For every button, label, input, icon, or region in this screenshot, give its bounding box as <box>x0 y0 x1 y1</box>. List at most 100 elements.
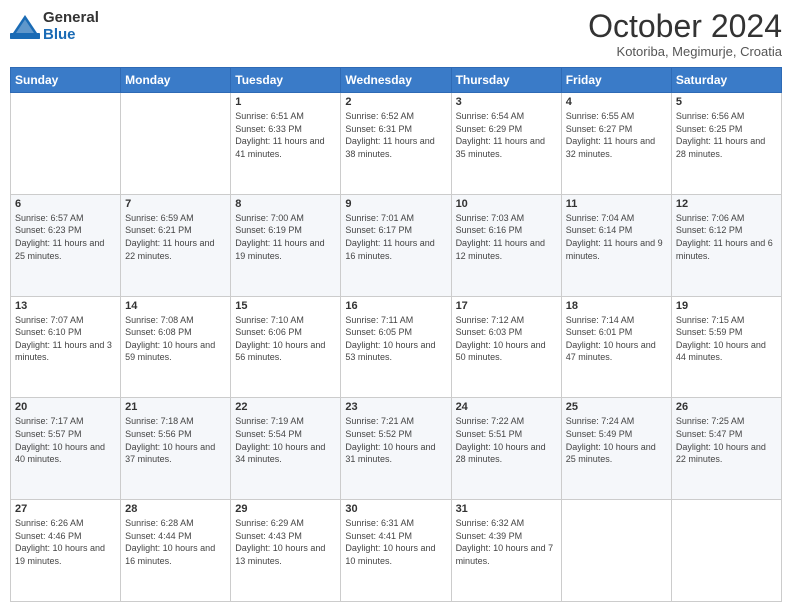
day-number: 27 <box>15 503 116 515</box>
day-number: 14 <box>125 300 226 312</box>
calendar-cell: 1 Sunrise: 6:51 AMSunset: 6:33 PMDaylight… <box>231 93 341 195</box>
calendar-cell: 2 Sunrise: 6:52 AMSunset: 6:31 PMDaylight… <box>341 93 451 195</box>
day-number: 29 <box>235 503 336 515</box>
calendar-week-row: 13Sunrise: 7:07 AMSunset: 6:10 PMDayligh… <box>11 296 782 398</box>
calendar-cell <box>561 500 671 602</box>
calendar-cell: 13Sunrise: 7:07 AMSunset: 6:10 PMDayligh… <box>11 296 121 398</box>
calendar-cell: 16 Sunrise: 7:11 AMSunset: 6:05 PMDayligh… <box>341 296 451 398</box>
calendar-cell: 21 Sunrise: 7:18 AMSunset: 5:56 PMDayligh… <box>121 398 231 500</box>
day-number: 4 <box>566 96 667 108</box>
calendar-week-row: 27Sunrise: 6:26 AMSunset: 4:46 PMDayligh… <box>11 500 782 602</box>
logo: General Blue <box>10 10 99 43</box>
calendar-cell: 15 Sunrise: 7:10 AMSunset: 6:06 PMDayligh… <box>231 296 341 398</box>
day-number: 16 <box>345 300 446 312</box>
day-number: 24 <box>456 401 557 413</box>
day-of-week-header: Sunday <box>11 68 121 93</box>
day-number: 3 <box>456 96 557 108</box>
day-info: Sunrise: 6:56 AMSunset: 6:25 PMDaylight:… <box>676 110 777 160</box>
calendar-cell: 14 Sunrise: 7:08 AMSunset: 6:08 PMDayligh… <box>121 296 231 398</box>
calendar-cell: 17 Sunrise: 7:12 AMSunset: 6:03 PMDayligh… <box>451 296 561 398</box>
calendar-cell: 20 Sunrise: 7:17 AMSunset: 5:57 PMDayligh… <box>11 398 121 500</box>
day-info: Sunrise: 6:59 AMSunset: 6:21 PMDaylight:… <box>125 212 226 262</box>
day-number: 9 <box>345 198 446 210</box>
calendar-cell: 9 Sunrise: 7:01 AMSunset: 6:17 PMDaylight… <box>341 194 451 296</box>
day-info: Sunrise: 6:54 AMSunset: 6:29 PMDaylight:… <box>456 110 557 160</box>
day-number: 26 <box>676 401 777 413</box>
day-info: Sunrise: 7:17 AMSunset: 5:57 PMDaylight:… <box>15 415 116 465</box>
day-info: Sunrise: 7:12 AMSunset: 6:03 PMDaylight:… <box>456 314 557 364</box>
page: General Blue October 2024 Kotoriba, Megi… <box>0 0 792 612</box>
day-number: 21 <box>125 401 226 413</box>
calendar-cell: 26 Sunrise: 7:25 AMSunset: 5:47 PMDayligh… <box>671 398 781 500</box>
day-number: 2 <box>345 96 446 108</box>
calendar-cell <box>11 93 121 195</box>
day-number: 17 <box>456 300 557 312</box>
day-number: 20 <box>15 401 116 413</box>
day-number: 1 <box>235 96 336 108</box>
calendar: SundayMondayTuesdayWednesdayThursdayFrid… <box>10 67 782 602</box>
day-info: Sunrise: 6:32 AMSunset: 4:39 PMDaylight:… <box>456 517 557 567</box>
calendar-cell: 10 Sunrise: 7:03 AMSunset: 6:16 PMDayligh… <box>451 194 561 296</box>
day-number: 6 <box>15 198 116 210</box>
calendar-cell: 25Sunrise: 7:24 AMSunset: 5:49 PMDayligh… <box>561 398 671 500</box>
day-info: Sunrise: 6:55 AMSunset: 6:27 PMDaylight:… <box>566 110 667 160</box>
day-info: Sunrise: 7:10 AMSunset: 6:06 PMDaylight:… <box>235 314 336 364</box>
calendar-cell: 3 Sunrise: 6:54 AMSunset: 6:29 PMDaylight… <box>451 93 561 195</box>
calendar-cell: 8 Sunrise: 7:00 AMSunset: 6:19 PMDaylight… <box>231 194 341 296</box>
day-info: Sunrise: 7:24 AMSunset: 5:49 PMDaylight:… <box>566 415 667 465</box>
day-number: 22 <box>235 401 336 413</box>
day-of-week-header: Friday <box>561 68 671 93</box>
day-info: Sunrise: 7:04 AMSunset: 6:14 PMDaylight:… <box>566 212 667 262</box>
calendar-cell: 23Sunrise: 7:21 AMSunset: 5:52 PMDayligh… <box>341 398 451 500</box>
logo-icon <box>10 12 40 42</box>
calendar-cell: 31 Sunrise: 6:32 AMSunset: 4:39 PMDayligh… <box>451 500 561 602</box>
day-of-week-header: Saturday <box>671 68 781 93</box>
calendar-cell: 6 Sunrise: 6:57 AMSunset: 6:23 PMDaylight… <box>11 194 121 296</box>
day-number: 5 <box>676 96 777 108</box>
month-title: October 2024 <box>588 10 782 42</box>
calendar-header-row: SundayMondayTuesdayWednesdayThursdayFrid… <box>11 68 782 93</box>
day-number: 28 <box>125 503 226 515</box>
location: Kotoriba, Megimurje, Croatia <box>588 44 782 59</box>
day-of-week-header: Tuesday <box>231 68 341 93</box>
day-info: Sunrise: 7:14 AMSunset: 6:01 PMDaylight:… <box>566 314 667 364</box>
calendar-cell: 19 Sunrise: 7:15 AMSunset: 5:59 PMDayligh… <box>671 296 781 398</box>
day-info: Sunrise: 6:51 AMSunset: 6:33 PMDaylight:… <box>235 110 336 160</box>
calendar-cell <box>121 93 231 195</box>
calendar-cell: 11 Sunrise: 7:04 AMSunset: 6:14 PMDayligh… <box>561 194 671 296</box>
day-info: Sunrise: 7:19 AMSunset: 5:54 PMDaylight:… <box>235 415 336 465</box>
day-info: Sunrise: 7:08 AMSunset: 6:08 PMDaylight:… <box>125 314 226 364</box>
day-number: 12 <box>676 198 777 210</box>
day-info: Sunrise: 7:11 AMSunset: 6:05 PMDaylight:… <box>345 314 446 364</box>
day-number: 15 <box>235 300 336 312</box>
day-number: 10 <box>456 198 557 210</box>
day-of-week-header: Wednesday <box>341 68 451 93</box>
day-info: Sunrise: 7:25 AMSunset: 5:47 PMDaylight:… <box>676 415 777 465</box>
day-number: 31 <box>456 503 557 515</box>
calendar-week-row: 6 Sunrise: 6:57 AMSunset: 6:23 PMDaylight… <box>11 194 782 296</box>
logo-text: General Blue <box>43 10 99 43</box>
day-info: Sunrise: 7:15 AMSunset: 5:59 PMDaylight:… <box>676 314 777 364</box>
day-info: Sunrise: 7:01 AMSunset: 6:17 PMDaylight:… <box>345 212 446 262</box>
day-info: Sunrise: 7:03 AMSunset: 6:16 PMDaylight:… <box>456 212 557 262</box>
day-of-week-header: Monday <box>121 68 231 93</box>
calendar-week-row: 20 Sunrise: 7:17 AMSunset: 5:57 PMDayligh… <box>11 398 782 500</box>
day-number: 19 <box>676 300 777 312</box>
day-info: Sunrise: 6:31 AMSunset: 4:41 PMDaylight:… <box>345 517 446 567</box>
day-info: Sunrise: 7:07 AMSunset: 6:10 PMDaylight:… <box>15 314 116 364</box>
day-info: Sunrise: 6:28 AMSunset: 4:44 PMDaylight:… <box>125 517 226 567</box>
day-number: 18 <box>566 300 667 312</box>
day-number: 11 <box>566 198 667 210</box>
day-number: 7 <box>125 198 226 210</box>
day-info: Sunrise: 6:52 AMSunset: 6:31 PMDaylight:… <box>345 110 446 160</box>
logo-blue-text: Blue <box>43 27 99 44</box>
calendar-cell: 18 Sunrise: 7:14 AMSunset: 6:01 PMDayligh… <box>561 296 671 398</box>
calendar-cell <box>671 500 781 602</box>
day-number: 8 <box>235 198 336 210</box>
day-info: Sunrise: 6:57 AMSunset: 6:23 PMDaylight:… <box>15 212 116 262</box>
calendar-cell: 27Sunrise: 6:26 AMSunset: 4:46 PMDayligh… <box>11 500 121 602</box>
day-info: Sunrise: 7:22 AMSunset: 5:51 PMDaylight:… <box>456 415 557 465</box>
calendar-cell: 4 Sunrise: 6:55 AMSunset: 6:27 PMDaylight… <box>561 93 671 195</box>
day-info: Sunrise: 7:00 AMSunset: 6:19 PMDaylight:… <box>235 212 336 262</box>
day-info: Sunrise: 7:18 AMSunset: 5:56 PMDaylight:… <box>125 415 226 465</box>
